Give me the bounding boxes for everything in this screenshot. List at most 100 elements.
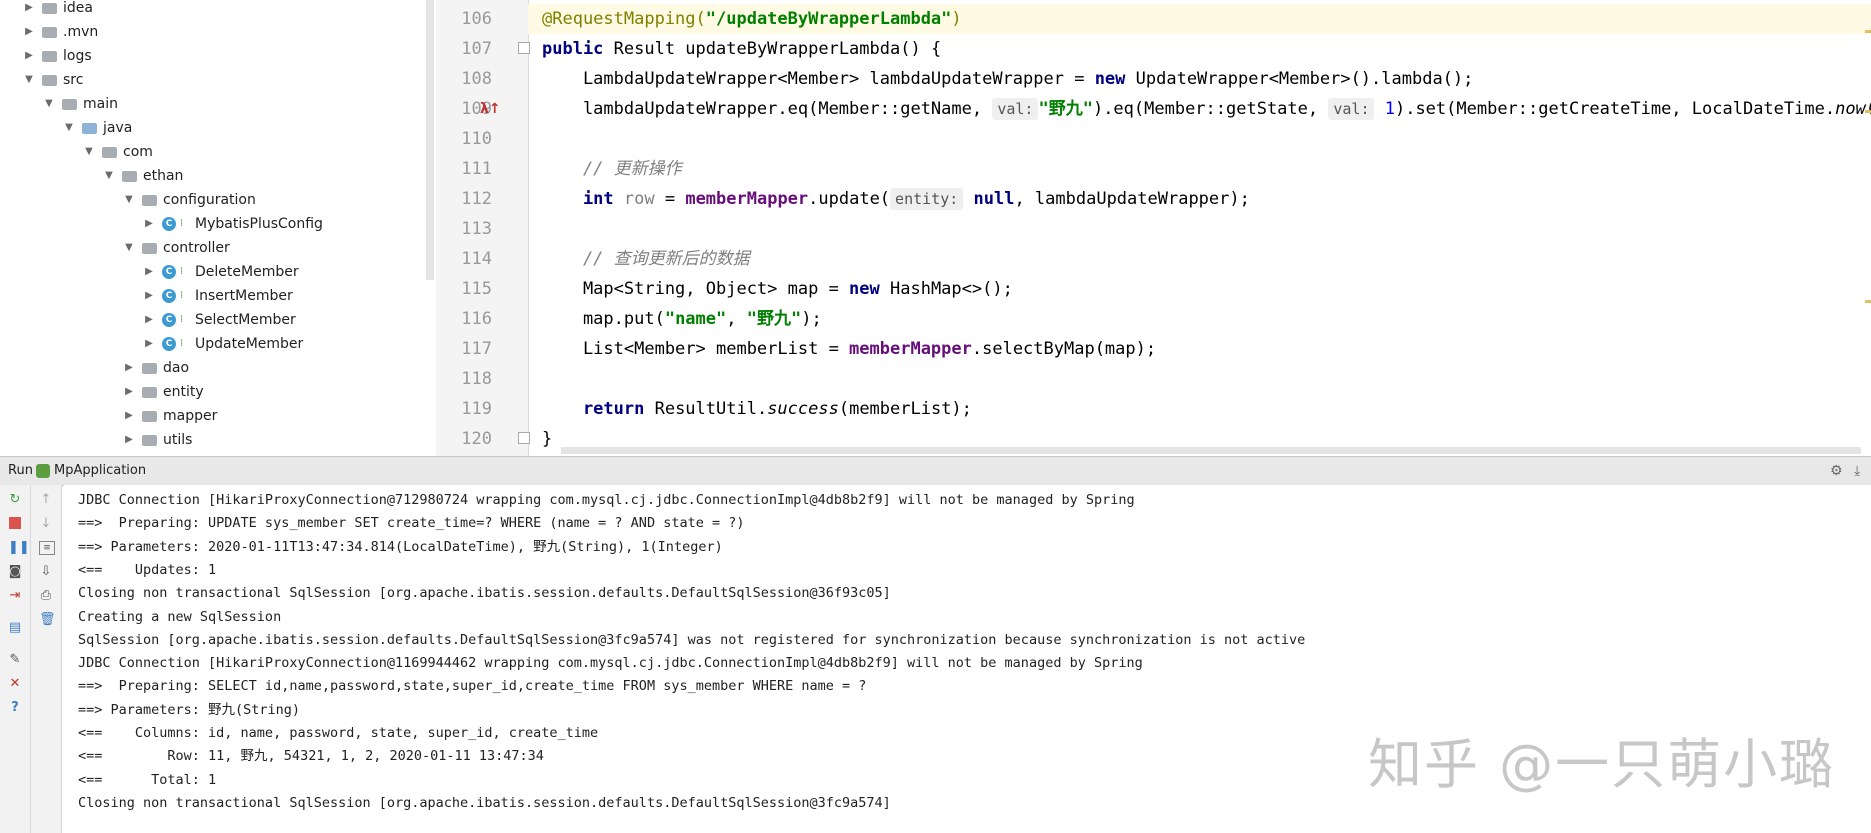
tree-item[interactable]: ▶ utils bbox=[122, 428, 192, 452]
line-number: 117 bbox=[461, 339, 492, 359]
console-line: JDBC Connection [HikariProxyConnection@7… bbox=[78, 492, 1135, 508]
folder-icon bbox=[82, 122, 97, 134]
chevron-right-icon[interactable]: ▶ bbox=[142, 284, 156, 308]
spring-bean-icon: ⁞ bbox=[180, 338, 184, 349]
chevron-right-icon[interactable]: ▶ bbox=[22, 20, 36, 44]
tree-item[interactable]: ▶ .mvn bbox=[22, 20, 98, 44]
chevron-right-icon[interactable]: ▶ bbox=[142, 260, 156, 284]
console-line: Creating a new SqlSession bbox=[78, 608, 282, 625]
console-line: ==> Preparing: SELECT id,name,password,s… bbox=[78, 678, 867, 695]
rerun-icon[interactable]: ↻ bbox=[8, 493, 22, 507]
code-line-108: LambdaUpdateWrapper<Member> lambdaUpdate… bbox=[542, 69, 1474, 89]
clear-all-icon[interactable]: 🗑 bbox=[39, 613, 56, 627]
code-line-120: } bbox=[542, 429, 553, 449]
error-stripe-mark[interactable] bbox=[1865, 300, 1871, 303]
tree-item[interactable]: ▼ main bbox=[42, 92, 118, 116]
editor-horizontal-scrollbar[interactable] bbox=[561, 447, 1861, 454]
fold-icon[interactable] bbox=[518, 42, 530, 54]
chevron-down-icon[interactable]: ▼ bbox=[122, 236, 136, 260]
run-config-tab[interactable]: MpApplication bbox=[36, 457, 146, 485]
lambda-icon[interactable]: λ↑ bbox=[480, 101, 501, 117]
tree-item[interactable]: ▶ C ⁞ SelectMember bbox=[142, 308, 296, 332]
chevron-down-icon[interactable]: ▼ bbox=[22, 68, 36, 92]
stop-icon[interactable] bbox=[9, 517, 21, 529]
tree-item-label: utils bbox=[163, 432, 193, 448]
help-icon[interactable]: ? bbox=[8, 701, 22, 715]
class-icon: C bbox=[162, 217, 176, 231]
chevron-down-icon[interactable]: ▼ bbox=[102, 164, 116, 188]
tree-item-label: InsertMember bbox=[195, 288, 293, 304]
folder-icon bbox=[42, 26, 57, 38]
tree-item[interactable]: ▼ com bbox=[82, 140, 153, 164]
code-line-112: int row = memberMapper.update(entity: nu… bbox=[542, 188, 1250, 210]
chevron-right-icon[interactable]: ▶ bbox=[122, 404, 136, 428]
chevron-down-icon[interactable]: ▼ bbox=[82, 140, 96, 164]
print-icon[interactable]: ⎙ bbox=[39, 589, 53, 603]
pin-icon[interactable]: ✎ bbox=[8, 653, 22, 667]
chevron-right-icon[interactable]: ▶ bbox=[22, 0, 36, 20]
tree-item[interactable]: ▶ idea bbox=[22, 0, 93, 20]
scroll-to-end-icon[interactable]: ⇩ bbox=[39, 565, 53, 579]
layout-icon[interactable]: ▤ bbox=[8, 621, 22, 635]
folder-icon bbox=[42, 2, 57, 14]
chevron-right-icon[interactable]: ▶ bbox=[142, 212, 156, 236]
chevron-right-icon[interactable]: ▶ bbox=[22, 44, 36, 68]
project-tree: ▶ idea ▶ .mvn ▶ logs ▼ src ▼ main ▼ java ▼ com ▼ ethan ▼… bbox=[0, 0, 436, 456]
folder-icon bbox=[142, 410, 157, 422]
gear-icon[interactable]: ⚙ bbox=[1830, 457, 1843, 485]
tree-item[interactable]: ▶ C ⁞ UpdateMember bbox=[142, 332, 303, 356]
tree-item[interactable]: ▼ ethan bbox=[102, 164, 183, 188]
console-line: <== Total: 1 bbox=[78, 771, 217, 788]
tree-item[interactable]: ▼ java bbox=[62, 116, 132, 140]
soft-wrap-icon[interactable]: ≡ bbox=[39, 541, 55, 555]
up-arrow-icon[interactable]: ↑ bbox=[39, 493, 53, 507]
down-arrow-icon[interactable]: ↓ bbox=[39, 517, 53, 531]
chevron-down-icon[interactable]: ▼ bbox=[62, 116, 76, 140]
line-number: 111 bbox=[461, 159, 492, 179]
code-line-116: map.put("name", "野九"); bbox=[542, 309, 822, 329]
line-number: 118 bbox=[461, 369, 492, 389]
chevron-right-icon[interactable]: ▶ bbox=[122, 356, 136, 380]
spring-bean-icon: ⁞ bbox=[180, 266, 184, 277]
line-number: 120 bbox=[461, 429, 492, 449]
run-label: Run bbox=[8, 463, 33, 478]
tree-scrollbar[interactable] bbox=[426, 0, 434, 280]
console-line: SqlSession [org.apache.ibatis.session.de… bbox=[78, 631, 1306, 648]
code-editor[interactable]: 106 107 108 109 110 111 112 113 114 115 116 117 118 1… bbox=[436, 0, 1871, 456]
tree-item[interactable]: ▶ mapper bbox=[122, 404, 217, 428]
folder-icon bbox=[42, 50, 57, 62]
chevron-right-icon[interactable]: ▶ bbox=[142, 308, 156, 332]
tree-item[interactable]: ▶ C ⁞ InsertMember bbox=[142, 284, 293, 308]
tree-item[interactable]: ▶ logs bbox=[22, 44, 92, 68]
camera-icon[interactable]: ◙ bbox=[8, 565, 22, 579]
line-number: 113 bbox=[461, 219, 492, 239]
hide-panel-icon[interactable]: ⤓ bbox=[1854, 457, 1860, 485]
console-line: ==> Parameters: 2020-01-11T13:47:34.814(… bbox=[78, 538, 723, 555]
tree-item[interactable]: ▶ entity bbox=[122, 380, 204, 404]
param-hint: val: bbox=[1328, 98, 1375, 120]
error-stripe-mark[interactable] bbox=[1865, 30, 1871, 33]
folder-icon bbox=[102, 146, 117, 158]
run-toolbar-secondary: ↑ ↓ ≡ ⇩ ⎙ 🗑 bbox=[31, 485, 62, 833]
chevron-down-icon[interactable]: ▼ bbox=[42, 92, 56, 116]
tree-item[interactable]: ▶ C ⁞ DeleteMember bbox=[142, 260, 298, 284]
console-line: <== Columns: id, name, password, state, … bbox=[78, 725, 599, 741]
error-stripe-mark[interactable] bbox=[1865, 110, 1871, 113]
tree-item[interactable]: ▶ C ⁞ MybatisPlusConfig bbox=[142, 212, 323, 236]
run-tool-window-header: Run MpApplication ⚙ ⤓ bbox=[0, 456, 1871, 486]
fold-icon[interactable] bbox=[518, 432, 530, 444]
line-number: 110 bbox=[461, 129, 492, 149]
spring-bean-icon: ⁞ bbox=[180, 218, 184, 229]
chevron-right-icon[interactable]: ▶ bbox=[122, 428, 136, 452]
chevron-down-icon[interactable]: ▼ bbox=[122, 188, 136, 212]
tree-item[interactable]: ▶ dao bbox=[122, 356, 189, 380]
tree-item[interactable]: ▼ src bbox=[22, 68, 83, 92]
pause-icon[interactable]: ❚❚ bbox=[8, 541, 30, 555]
tree-item[interactable]: ▼ controller bbox=[122, 236, 230, 260]
chevron-right-icon[interactable]: ▶ bbox=[142, 332, 156, 356]
folder-icon bbox=[42, 74, 57, 86]
tree-item[interactable]: ▼ configuration bbox=[122, 188, 256, 212]
chevron-right-icon[interactable]: ▶ bbox=[122, 380, 136, 404]
close-icon[interactable]: ✕ bbox=[8, 677, 22, 691]
exit-icon[interactable]: ⇥ bbox=[8, 589, 22, 603]
